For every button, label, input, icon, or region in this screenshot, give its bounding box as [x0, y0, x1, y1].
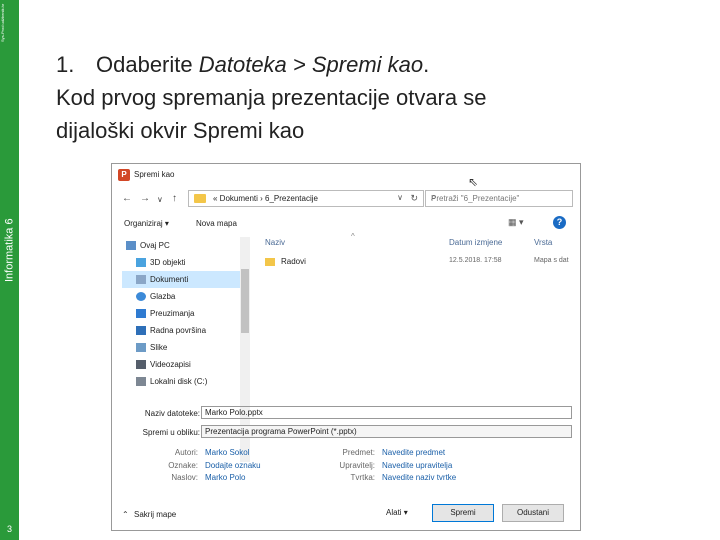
- chevron-down-icon[interactable]: ∨: [397, 193, 403, 202]
- title-field[interactable]: Marko Polo: [205, 473, 245, 482]
- dialog-titlebar: P Spremi kao ⇖: [112, 164, 580, 189]
- instruction-line-1: 1. Odaberite Datoteka > Spremi kao.: [56, 48, 706, 81]
- refresh-icon[interactable]: ↻: [410, 193, 418, 204]
- manager-field[interactable]: Navedite upravitelja: [382, 461, 452, 470]
- save-as-dialog: P Spremi kao ⇖ ← → ∨ ↑ « Dokumenti › 6_P…: [111, 163, 581, 531]
- column-header-type[interactable]: Vrsta: [534, 238, 552, 247]
- nav-item-label: Glazba: [150, 292, 176, 301]
- sidebar-subject-label: Informatika 6: [3, 218, 16, 282]
- folder-icon: [265, 258, 275, 266]
- nav-item-label: Radna površina: [150, 326, 207, 335]
- filetype-label: Spremi u obliku:: [142, 428, 200, 437]
- tags-label: Oznake:: [168, 461, 198, 470]
- nav-item-desktop[interactable]: Radna površina: [122, 322, 240, 339]
- nav-item-this-pc[interactable]: Ovaj PC: [122, 237, 240, 254]
- address-bar-row: ← → ∨ ↑ « Dokumenti › 6_Prezentacije ∨ ↻…: [112, 187, 580, 211]
- drive-icon: [136, 377, 146, 386]
- music-icon: [136, 292, 146, 301]
- column-header-name[interactable]: Naziv: [265, 238, 285, 247]
- computer-icon: [126, 241, 136, 250]
- title-label: Naslov:: [171, 473, 198, 482]
- search-input[interactable]: Pretraži "6_Prezentacije" ⌕: [425, 190, 573, 207]
- slide-text: 1. Odaberite Datoteka > Spremi kao. Kod p…: [56, 48, 706, 147]
- search-icon: ⌕: [431, 192, 437, 203]
- desktop-icon: [136, 326, 146, 335]
- nav-item-downloads[interactable]: Preuzimanja: [122, 305, 240, 322]
- back-arrow-icon[interactable]: ←: [122, 193, 132, 204]
- filetype-select[interactable]: Prezentacija programa PowerPoint (*.pptx…: [201, 425, 572, 438]
- cancel-button[interactable]: Odustani: [502, 504, 564, 522]
- recent-locations-icon[interactable]: ∨: [157, 195, 163, 204]
- subject-label: Predmet:: [342, 448, 375, 457]
- documents-icon: [136, 275, 146, 284]
- menu-path: Datoteka > Spremi kao: [198, 52, 424, 77]
- nav-item-label: Preuzimanja: [150, 309, 195, 318]
- dialog-footer: ⌃ Sakrij mape Alati ▾ Spremi Odustani: [112, 498, 580, 530]
- nav-item-label: Lokalni disk (C:): [150, 377, 208, 386]
- dialog-title: Spremi kao: [134, 170, 175, 179]
- nav-item-documents[interactable]: Dokumenti: [122, 271, 240, 288]
- subject-field[interactable]: Navedite predmet: [382, 448, 445, 457]
- download-icon: [136, 309, 146, 318]
- nav-item-local-disk[interactable]: Lokalni disk (C:): [122, 373, 240, 390]
- instruction-prefix: Odaberite: [96, 52, 199, 77]
- organize-button[interactable]: Organiziraj ▾: [124, 219, 169, 228]
- instruction-line-2: Kod prvog spremanja prezentacije otvara …: [56, 85, 487, 110]
- up-arrow-icon[interactable]: ↑: [172, 193, 177, 204]
- file-date: 12.5.2018. 17:58: [449, 257, 502, 264]
- view-options-icon[interactable]: ▦ ▾: [508, 217, 524, 228]
- author-field[interactable]: Marko Sokol: [205, 448, 249, 457]
- forward-arrow-icon[interactable]: →: [140, 193, 150, 204]
- nav-item-pictures[interactable]: Slike: [122, 339, 240, 356]
- folder-icon: [194, 194, 206, 203]
- file-type: Mapa s dat: [534, 257, 569, 264]
- powerpoint-icon: P: [118, 169, 130, 181]
- nav-item-label: Slike: [150, 343, 168, 352]
- sidebar-brand-text: Sys-Prod udžbenik.hr: [0, 4, 5, 43]
- column-header-date[interactable]: Datum izmjene: [449, 238, 502, 247]
- sort-indicator-icon: ^: [351, 232, 355, 241]
- hide-folders-button[interactable]: Sakrij mape: [134, 510, 176, 519]
- tags-field[interactable]: Dodajte oznaku: [205, 461, 261, 470]
- cube-icon: [136, 258, 146, 267]
- nav-item-3d-objects[interactable]: 3D objekti: [122, 254, 240, 271]
- instruction-suffix: .: [423, 52, 430, 77]
- nav-item-music[interactable]: Glazba: [122, 288, 240, 305]
- nav-item-label: Dokumenti: [150, 275, 189, 284]
- step-number: 1.: [56, 52, 75, 77]
- breadcrumb[interactable]: « Dokumenti › 6_Prezentacije: [213, 194, 318, 203]
- company-label: Tvrtka:: [350, 473, 375, 482]
- manager-label: Upravitelj:: [339, 461, 375, 470]
- chevron-up-icon[interactable]: ⌃: [122, 510, 129, 519]
- video-icon: [136, 360, 146, 369]
- nav-item-label: Videozapisi: [150, 360, 191, 369]
- green-sidebar: Sys-Prod udžbenik.hr Informatika 6 3: [0, 0, 19, 540]
- nav-item-label: 3D objekti: [150, 258, 186, 267]
- company-field[interactable]: Navedite naziv tvrtke: [382, 473, 456, 482]
- new-folder-button[interactable]: Nova mapa: [196, 219, 237, 228]
- slide-page-number: 3: [6, 524, 12, 534]
- tools-menu[interactable]: Alati ▾: [386, 508, 408, 517]
- nav-item-label: Ovaj PC: [140, 241, 170, 250]
- help-icon[interactable]: ?: [553, 216, 566, 229]
- instruction-line-3: dijaloški okvir Spremi kao: [56, 118, 305, 143]
- filename-input[interactable]: Marko Polo.pptx: [201, 406, 572, 419]
- file-name: Radovi: [281, 257, 306, 266]
- filename-label: Naziv datoteke:: [144, 409, 200, 418]
- scrollbar-thumb[interactable]: [241, 269, 249, 333]
- file-row[interactable]: Radovi 12.5.2018. 17:58 Mapa s dat: [265, 256, 575, 270]
- address-bar[interactable]: « Dokumenti › 6_Prezentacije ∨ ↻: [188, 190, 424, 207]
- nav-item-videos[interactable]: Videozapisi: [122, 356, 240, 373]
- pictures-icon: [136, 343, 146, 352]
- dialog-toolbar: Organiziraj ▾ Nova mapa ▦ ▾ ?: [112, 213, 580, 233]
- author-label: Autori:: [174, 448, 198, 457]
- save-button[interactable]: Spremi: [432, 504, 494, 522]
